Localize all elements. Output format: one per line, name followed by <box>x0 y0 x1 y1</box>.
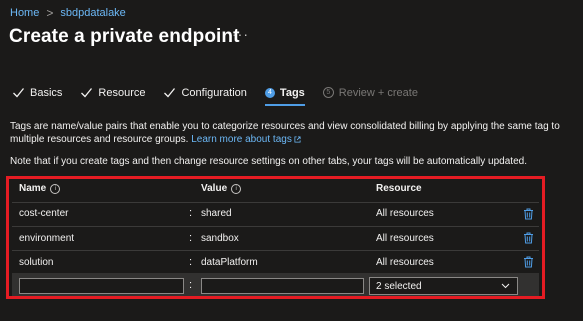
tab-basics-label: Basics <box>30 86 63 99</box>
tab-configuration-label: Configuration <box>181 86 247 99</box>
check-icon <box>164 88 176 98</box>
check-icon <box>81 88 93 98</box>
step-number-badge: 4 <box>264 87 275 98</box>
tab-review-create-label: Review + create <box>338 86 418 99</box>
tab-tags[interactable]: 4 Tags <box>264 86 305 106</box>
external-link-icon <box>294 136 301 143</box>
tab-resource[interactable]: Resource <box>80 86 145 99</box>
check-icon <box>13 88 25 98</box>
more-options-icon[interactable]: ··· <box>232 26 249 42</box>
step-number-badge: 5 <box>322 87 334 98</box>
highlight-box <box>6 176 545 299</box>
tags-description: Tags are name/value pairs that enable yo… <box>10 120 575 146</box>
tab-configuration[interactable]: Configuration <box>163 86 247 99</box>
breadcrumb-resource[interactable]: sbdpdatalake <box>60 7 125 19</box>
tab-review-create: 5 Review + create <box>322 86 418 99</box>
tags-note: Note that if you create tags and then ch… <box>10 156 527 167</box>
tab-basics[interactable]: Basics <box>12 86 62 99</box>
learn-more-link[interactable]: Learn more about tags <box>191 134 292 145</box>
wizard-tabs: Basics Resource Configuration 4 Tags 5 R… <box>12 86 436 106</box>
tab-resource-label: Resource <box>98 86 146 99</box>
breadcrumb: Home > sbdpdatalake <box>10 6 126 20</box>
page-title: Create a private endpoint <box>9 26 240 47</box>
breadcrumb-separator: > <box>46 6 54 20</box>
tab-tags-label: Tags <box>279 86 305 99</box>
breadcrumb-home[interactable]: Home <box>10 7 39 19</box>
